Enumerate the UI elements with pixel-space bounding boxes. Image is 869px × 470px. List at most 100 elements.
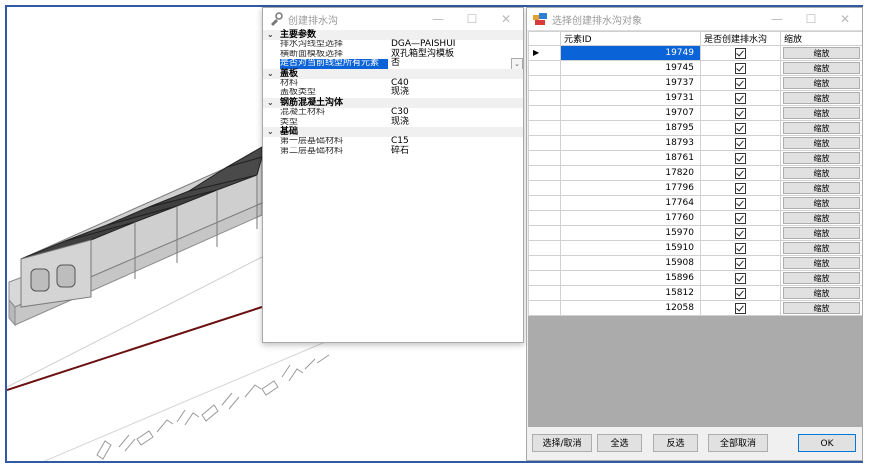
- create-drain-checkbox-cell[interactable]: [700, 195, 781, 211]
- table-row[interactable]: 15812 缩放: [528, 285, 862, 301]
- table-row[interactable]: 18795 缩放: [528, 120, 862, 136]
- element-id-cell[interactable]: 19737: [560, 75, 701, 91]
- zoom-button[interactable]: 缩放: [783, 227, 860, 239]
- element-grid[interactable]: 元素ID 是否创建排水沟 缩放 ▶ 19749 缩放 19745 缩放 19737 缩放 19…: [528, 31, 862, 427]
- row-header[interactable]: ▶: [528, 45, 561, 61]
- create-drain-checkbox-cell[interactable]: [700, 270, 781, 286]
- table-row[interactable]: 19707 缩放: [528, 105, 862, 121]
- zoom-button[interactable]: 缩放: [783, 287, 860, 299]
- create-drain-checkbox-cell[interactable]: [700, 60, 781, 76]
- create-drain-checkbox-cell[interactable]: [700, 45, 781, 61]
- toggle-select-button[interactable]: 选择/取消: [532, 434, 592, 452]
- table-row[interactable]: 17796 缩放: [528, 180, 862, 196]
- table-row[interactable]: 12058 缩放: [528, 300, 862, 316]
- element-id-cell[interactable]: 15908: [560, 255, 701, 271]
- create-drain-checkbox-cell[interactable]: [700, 240, 781, 256]
- create-drain-checkbox-cell[interactable]: [700, 165, 781, 181]
- checkbox-checked[interactable]: [735, 167, 746, 179]
- zoom-button[interactable]: 缩放: [783, 62, 860, 74]
- zoom-button[interactable]: 缩放: [783, 152, 860, 164]
- checkbox-checked[interactable]: [735, 272, 746, 284]
- select-objects-titlebar[interactable]: 选择创建排水沟对象 — ☐ ✕: [527, 8, 862, 31]
- row-header[interactable]: [528, 240, 561, 256]
- prop-row[interactable]: 类型 现浇: [263, 117, 523, 128]
- maximize-button[interactable]: ☐: [794, 12, 828, 26]
- table-row[interactable]: 15896 缩放: [528, 270, 862, 286]
- chevron-down-icon[interactable]: ⌄: [267, 127, 274, 137]
- row-header[interactable]: [528, 255, 561, 271]
- chevron-down-icon[interactable]: ⌄: [267, 30, 274, 40]
- zoom-button[interactable]: 缩放: [783, 137, 860, 149]
- prop-row-selected[interactable]: 是否对当前线型所有元素否 ⌄: [263, 58, 523, 71]
- row-header[interactable]: [528, 180, 561, 196]
- element-id-cell[interactable]: 18795: [560, 120, 701, 136]
- row-header[interactable]: [528, 135, 561, 151]
- checkbox-checked[interactable]: [735, 302, 746, 314]
- element-id-cell[interactable]: 18793: [560, 135, 701, 151]
- element-id-cell[interactable]: 17760: [560, 210, 701, 226]
- checkbox-checked[interactable]: [735, 122, 746, 134]
- zoom-button[interactable]: 缩放: [783, 77, 860, 89]
- table-row[interactable]: 19731 缩放: [528, 90, 862, 106]
- prop-row[interactable]: 第二层基础材料 碎石: [263, 146, 523, 157]
- chevron-down-icon[interactable]: ⌄: [267, 98, 274, 108]
- row-header[interactable]: [528, 150, 561, 166]
- zoom-button[interactable]: 缩放: [783, 107, 860, 119]
- table-row[interactable]: 18793 缩放: [528, 135, 862, 151]
- table-row[interactable]: 15970 缩放: [528, 225, 862, 241]
- create-drain-checkbox-cell[interactable]: [700, 75, 781, 91]
- element-id-cell[interactable]: 19707: [560, 105, 701, 121]
- minimize-button[interactable]: —: [421, 12, 455, 26]
- select-all-button[interactable]: 全选: [597, 434, 642, 452]
- table-row[interactable]: 19737 缩放: [528, 75, 862, 91]
- zoom-button[interactable]: 缩放: [783, 122, 860, 134]
- table-row[interactable]: 19745 缩放: [528, 60, 862, 76]
- row-header[interactable]: [528, 270, 561, 286]
- row-header[interactable]: [528, 120, 561, 136]
- row-header[interactable]: [528, 90, 561, 106]
- create-drain-checkbox-cell[interactable]: [700, 225, 781, 241]
- create-drain-checkbox-cell[interactable]: [700, 120, 781, 136]
- create-drain-checkbox-cell[interactable]: [700, 180, 781, 196]
- checkbox-checked[interactable]: [735, 287, 746, 299]
- checkbox-checked[interactable]: [735, 92, 746, 104]
- element-id-cell[interactable]: 15812: [560, 285, 701, 301]
- table-row[interactable]: 17760 缩放: [528, 210, 862, 226]
- checkbox-checked[interactable]: [735, 212, 746, 224]
- ok-button[interactable]: OK: [798, 434, 856, 452]
- close-button[interactable]: ✕: [489, 12, 523, 26]
- row-header[interactable]: [528, 300, 561, 316]
- table-row[interactable]: ▶ 19749 缩放: [528, 45, 862, 61]
- checkbox-checked[interactable]: [735, 137, 746, 149]
- checkbox-checked[interactable]: [735, 257, 746, 269]
- row-header[interactable]: [528, 60, 561, 76]
- create-drain-checkbox-cell[interactable]: [700, 150, 781, 166]
- zoom-button[interactable]: 缩放: [783, 47, 860, 59]
- zoom-button[interactable]: 缩放: [783, 302, 860, 314]
- checkbox-checked[interactable]: [735, 152, 746, 164]
- zoom-button[interactable]: 缩放: [783, 182, 860, 194]
- minimize-button[interactable]: —: [760, 12, 794, 26]
- create-drain-checkbox-cell[interactable]: [700, 285, 781, 301]
- table-row[interactable]: 18761 缩放: [528, 150, 862, 166]
- invert-selection-button[interactable]: 反选: [653, 434, 698, 452]
- element-id-cell[interactable]: 19749: [560, 45, 701, 61]
- column-header-create-drain[interactable]: 是否创建排水沟: [700, 31, 781, 46]
- row-header[interactable]: [528, 165, 561, 181]
- checkbox-checked[interactable]: [735, 107, 746, 119]
- element-id-cell[interactable]: 15970: [560, 225, 701, 241]
- element-id-cell[interactable]: 15910: [560, 240, 701, 256]
- zoom-button[interactable]: 缩放: [783, 257, 860, 269]
- zoom-button[interactable]: 缩放: [783, 92, 860, 104]
- checkbox-checked[interactable]: [735, 197, 746, 209]
- row-header[interactable]: [528, 210, 561, 226]
- element-id-cell[interactable]: 17764: [560, 195, 701, 211]
- element-id-cell[interactable]: 15896: [560, 270, 701, 286]
- row-header[interactable]: [528, 285, 561, 301]
- zoom-button[interactable]: 缩放: [783, 167, 860, 179]
- close-button[interactable]: ✕: [828, 12, 862, 26]
- checkbox-checked[interactable]: [735, 77, 746, 89]
- checkbox-checked[interactable]: [735, 227, 746, 239]
- zoom-button[interactable]: 缩放: [783, 212, 860, 224]
- column-header-zoom[interactable]: 缩放: [780, 31, 862, 46]
